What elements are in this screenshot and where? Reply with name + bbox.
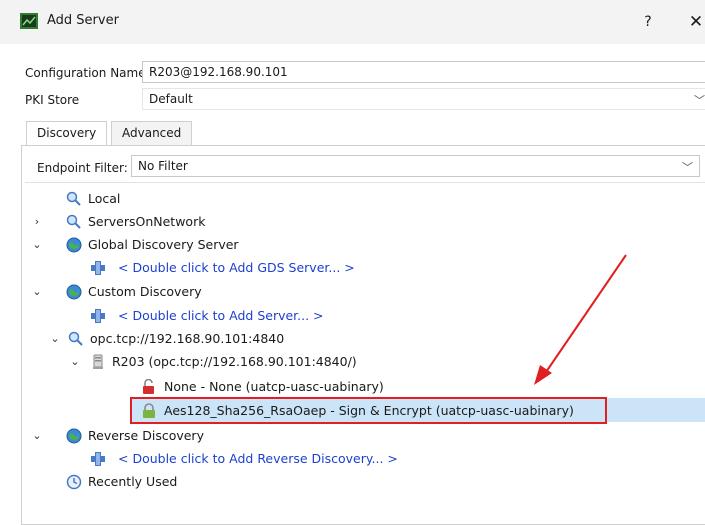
chevron-down-icon: ﹀ — [694, 94, 705, 107]
endpoint-filter-label: Endpoint Filter: — [37, 161, 128, 175]
search-icon — [66, 214, 81, 229]
pki-store-label: PKI Store — [25, 93, 80, 107]
tree-item-label: ServersOnNetwork — [88, 214, 206, 229]
pki-store-value: Default — [149, 92, 193, 106]
chevron-down-icon[interactable]: ⌄ — [30, 233, 44, 256]
globe-icon — [66, 237, 82, 253]
search-icon — [66, 191, 81, 206]
tree-item-label: Global Discovery Server — [88, 237, 239, 252]
tree-item-label: Custom Discovery — [88, 284, 202, 299]
endpoint-filter-select[interactable]: No Filter ﹀ — [131, 155, 700, 177]
pki-store-select[interactable]: Default ﹀ — [142, 88, 705, 110]
tree-item-label: Local — [88, 191, 121, 206]
tree-item-label: < Double click to Add Reverse Discovery.… — [118, 451, 398, 466]
tree-item-label: < Double click to Add GDS Server... > — [118, 260, 355, 275]
app-icon — [20, 13, 38, 29]
globe-icon — [66, 428, 82, 444]
config-name-value: R203@192.168.90.101 — [149, 65, 288, 79]
search-icon — [68, 331, 83, 346]
chevron-right-icon[interactable]: › — [30, 210, 44, 233]
server-icon — [93, 354, 103, 369]
tree-item-label: < Double click to Add Server... > — [118, 308, 324, 323]
chevron-down-icon: ﹀ — [682, 161, 693, 174]
tree-item-label: R203 (opc.tcp://192.168.90.101:4840/) — [112, 354, 357, 369]
chevron-down-icon[interactable]: ⌄ — [68, 350, 82, 373]
tree-item-label: Recently Used — [88, 474, 178, 489]
tree-item-label: None - None (uatcp-uasc-uabinary) — [164, 379, 384, 394]
tab-advanced[interactable]: Advanced — [111, 121, 193, 145]
plus-icon — [91, 309, 105, 323]
chevron-down-icon[interactable]: ⌄ — [30, 424, 44, 447]
plus-icon — [91, 452, 105, 466]
tree-item-label: Reverse Discovery — [88, 428, 204, 443]
unlocked-red-icon — [143, 379, 154, 394]
annotation-highlight-box — [130, 397, 607, 424]
endpoint-filter-value: No Filter — [138, 159, 188, 173]
chevron-down-icon[interactable]: ⌄ — [30, 280, 44, 303]
config-name-input[interactable]: R203@192.168.90.101 — [142, 61, 705, 83]
tab-discovery[interactable]: Discovery — [26, 121, 108, 145]
clock-icon — [66, 474, 82, 490]
annotation-arrow — [534, 254, 627, 385]
config-name-label: Configuration Name — [25, 66, 146, 80]
help-button[interactable]: ? — [636, 8, 660, 36]
chevron-down-icon[interactable]: ⌄ — [48, 327, 62, 350]
window-title: Add Server — [47, 13, 119, 28]
tree-item-label: opc.tcp://192.168.90.101:4840 — [90, 331, 285, 346]
plus-icon — [91, 261, 105, 275]
close-button[interactable]: ✕ — [684, 8, 705, 36]
globe-icon — [66, 284, 82, 300]
